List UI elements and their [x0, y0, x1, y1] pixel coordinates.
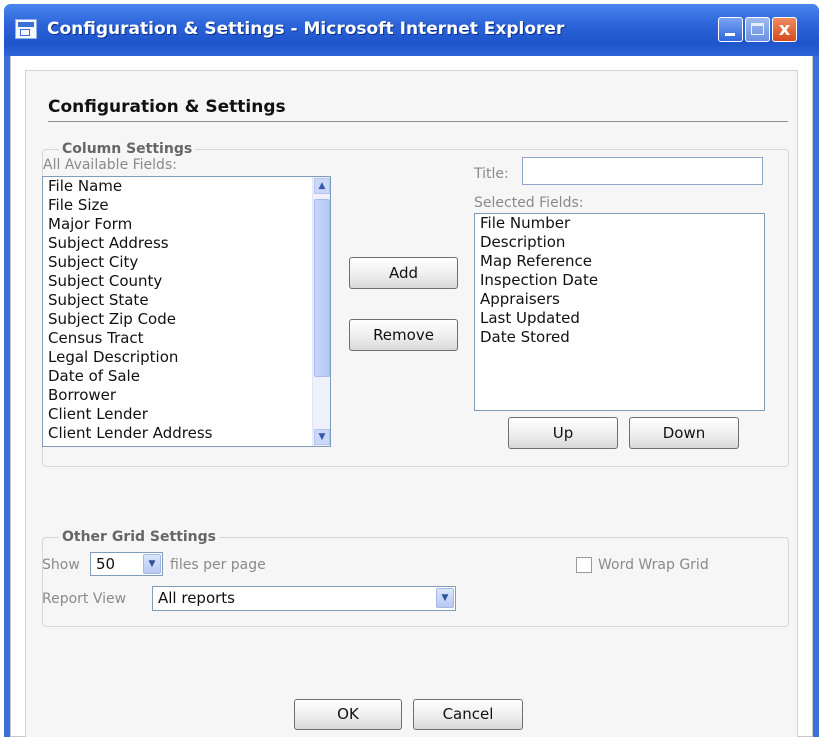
word-wrap-checkbox[interactable] — [576, 557, 592, 573]
selected-field-item[interactable]: Appraisers — [475, 290, 764, 309]
available-field-item[interactable]: Borrower — [43, 386, 330, 405]
chevron-down-icon[interactable]: ▼ — [143, 554, 161, 574]
selected-field-item[interactable]: Date Stored — [475, 328, 764, 347]
report-view-label: Report View — [42, 591, 127, 607]
available-field-item[interactable]: Subject Zip Code — [43, 310, 330, 329]
selected-fields-items: File Number Description Map Reference Inspe… — [475, 214, 764, 347]
available-fields-scrollbar[interactable]: ▲ ▼ — [312, 177, 330, 446]
remove-button[interactable]: Remove — [349, 319, 458, 351]
word-wrap-label: Word Wrap Grid — [598, 557, 709, 573]
ie-window-icon — [15, 19, 37, 39]
available-field-item[interactable]: Census Tract — [43, 329, 330, 348]
close-button[interactable]: x — [772, 17, 797, 42]
show-label: Show — [42, 557, 80, 573]
available-fields-items: File Name File Size Major Form Subject Addr… — [43, 177, 330, 443]
title-label: Title: — [474, 166, 509, 182]
selected-field-item[interactable]: Description — [475, 233, 764, 252]
scroll-up-icon[interactable]: ▲ — [314, 178, 330, 194]
report-view-select[interactable]: All reports ▼ — [152, 586, 456, 611]
files-per-page-label: files per page — [170, 557, 266, 573]
available-field-item[interactable]: Major Form — [43, 215, 330, 234]
available-field-item[interactable]: Subject Address — [43, 234, 330, 253]
files-per-page-select[interactable]: 50 ▼ — [90, 552, 163, 576]
available-field-item[interactable]: Subject County — [43, 272, 330, 291]
page-title: Configuration & Settings — [48, 97, 286, 117]
title-divider — [48, 121, 788, 122]
title-bar[interactable]: Configuration & Settings - Microsoft Int… — [4, 4, 819, 56]
available-field-item[interactable]: Client Lender — [43, 405, 330, 424]
available-field-item[interactable]: File Name — [43, 177, 330, 196]
column-settings-legend: Column Settings — [62, 141, 193, 157]
all-available-fields-label: All Available Fields: — [43, 157, 177, 173]
available-field-item[interactable]: Subject City — [43, 253, 330, 272]
ok-button[interactable]: OK — [294, 699, 402, 730]
available-field-item[interactable]: Client Lender Address — [43, 424, 330, 443]
report-view-value: All reports — [158, 589, 235, 607]
available-fields-list[interactable]: File Name File Size Major Form Subject Addr… — [42, 176, 331, 447]
files-per-page-value: 50 — [96, 555, 116, 573]
maximize-button[interactable] — [745, 17, 770, 42]
available-field-item[interactable]: Subject State — [43, 291, 330, 310]
up-button[interactable]: Up — [508, 417, 618, 449]
browser-window: Configuration & Settings - Microsoft Int… — [4, 4, 819, 737]
available-field-item[interactable]: Date of Sale — [43, 367, 330, 386]
settings-panel: Configuration & Settings Column Settings… — [25, 70, 798, 737]
window-title: Configuration & Settings - Microsoft Int… — [47, 19, 565, 39]
scroll-thumb[interactable] — [314, 199, 330, 377]
selected-fields-list[interactable]: File Number Description Map Reference Inspe… — [474, 213, 765, 411]
close-icon: x — [778, 19, 791, 40]
scroll-down-icon[interactable]: ▼ — [314, 429, 330, 445]
window-client-area: Configuration & Settings Column Settings… — [10, 56, 813, 737]
available-field-item[interactable]: File Size — [43, 196, 330, 215]
minimize-button[interactable] — [718, 17, 743, 42]
chevron-down-icon[interactable]: ▼ — [436, 588, 454, 608]
selected-field-item[interactable]: File Number — [475, 214, 764, 233]
other-grid-settings-group: Other Grid Settings — [42, 529, 789, 627]
title-input[interactable] — [522, 157, 763, 185]
cancel-button[interactable]: Cancel — [413, 699, 523, 730]
selected-field-item[interactable]: Map Reference — [475, 252, 764, 271]
selected-field-item[interactable]: Inspection Date — [475, 271, 764, 290]
selected-fields-label: Selected Fields: — [474, 195, 584, 211]
other-grid-settings-legend: Other Grid Settings — [62, 529, 217, 545]
down-button[interactable]: Down — [629, 417, 739, 449]
available-field-item[interactable]: Legal Description — [43, 348, 330, 367]
selected-field-item[interactable]: Last Updated — [475, 309, 764, 328]
add-button[interactable]: Add — [349, 257, 458, 289]
